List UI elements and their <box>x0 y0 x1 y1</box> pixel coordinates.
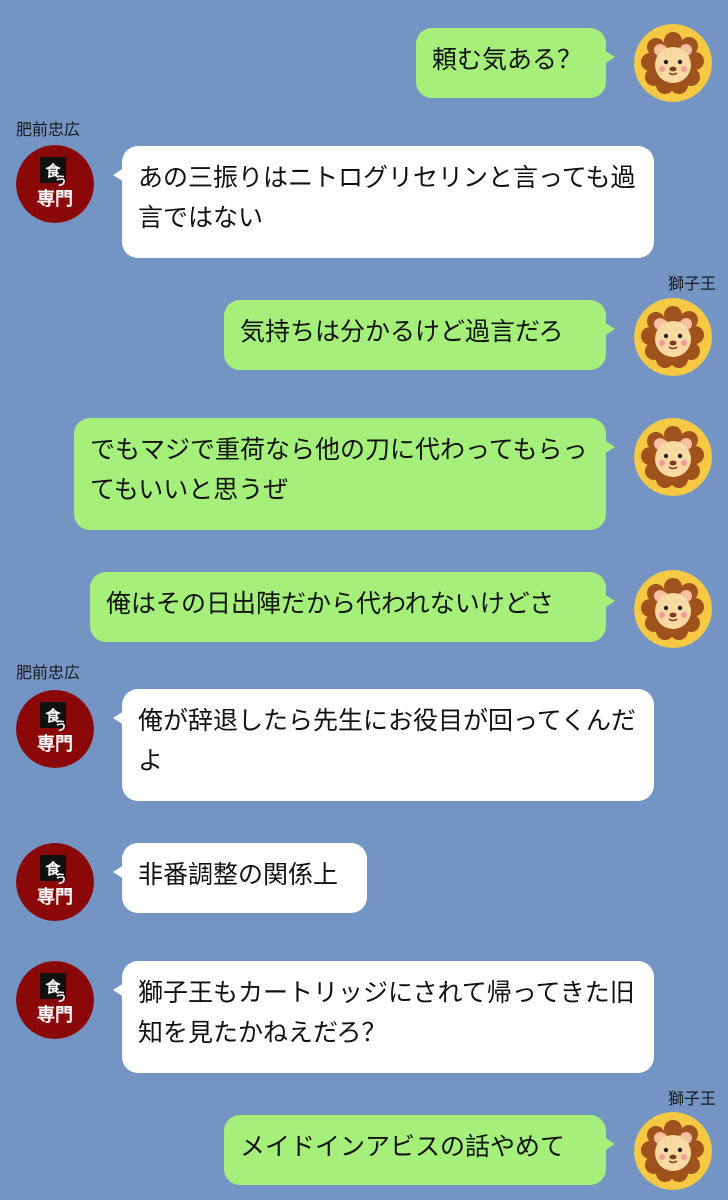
svg-text:専門: 専門 <box>37 188 73 210</box>
lion-avatar[interactable] <box>634 418 712 496</box>
message-bubble-received[interactable]: あの三振りはニトログリセリンと言っても過言ではない <box>113 146 654 258</box>
svg-text:う: う <box>55 872 67 886</box>
message-bubble-sent[interactable]: メイドインアビスの話やめて <box>224 1115 615 1185</box>
message-bubble-sent[interactable]: 気持ちは分かるけど過言だろ <box>224 300 615 370</box>
hizen-avatar[interactable]: 食 う 専門 <box>16 690 94 768</box>
lion-face-icon <box>634 418 712 496</box>
lion-avatar[interactable] <box>634 24 712 102</box>
message-bubble-received[interactable]: 俺が辞退したら先生にお役目が回ってくんだよ <box>113 689 654 801</box>
message-bubble-sent[interactable]: 頼む気ある？ <box>416 28 615 98</box>
lion-face-icon <box>634 298 712 376</box>
hizen-avatar[interactable]: 食 う 専門 <box>16 961 94 1039</box>
message-bubble-received[interactable]: 獅子王もカートリッジにされて帰ってきた旧知を見たかねえだろ？ <box>113 961 654 1073</box>
message-bubble-sent[interactable]: でもマジで重荷なら他の刀に代わってもらってもいいと思うぜ <box>74 418 615 530</box>
svg-text:う: う <box>55 719 67 733</box>
svg-text:専門: 専門 <box>37 886 73 908</box>
svg-text:う: う <box>55 990 67 1004</box>
lion-face-icon <box>634 570 712 648</box>
lion-avatar[interactable] <box>634 570 712 648</box>
lion-face-icon <box>634 1112 712 1190</box>
sender-name: 獅子王 <box>668 1089 717 1108</box>
sender-name: 獅子王 <box>668 274 717 293</box>
lion-avatar[interactable] <box>634 298 712 376</box>
lion-face-icon <box>634 24 712 102</box>
stamp-logo-icon: 食 う 専門 <box>16 145 94 223</box>
svg-text:専門: 専門 <box>37 1004 73 1026</box>
hizen-avatar[interactable]: 食 う 専門 <box>16 145 94 223</box>
stamp-logo-icon: 食 う 専門 <box>16 843 94 921</box>
stamp-logo-icon: 食 う 専門 <box>16 690 94 768</box>
svg-text:う: う <box>55 174 67 188</box>
svg-text:専門: 専門 <box>37 733 73 755</box>
hizen-avatar[interactable]: 食 う 専門 <box>16 843 94 921</box>
sender-name: 肥前忠広 <box>16 663 81 682</box>
sender-name: 肥前忠広 <box>16 120 81 139</box>
lion-avatar[interactable] <box>634 1112 712 1190</box>
message-bubble-received[interactable]: 非番調整の関係上 <box>113 843 367 913</box>
stamp-logo-icon: 食 う 専門 <box>16 961 94 1039</box>
message-bubble-sent[interactable]: 俺はその日出陣だから代われないけどさ <box>90 572 615 642</box>
